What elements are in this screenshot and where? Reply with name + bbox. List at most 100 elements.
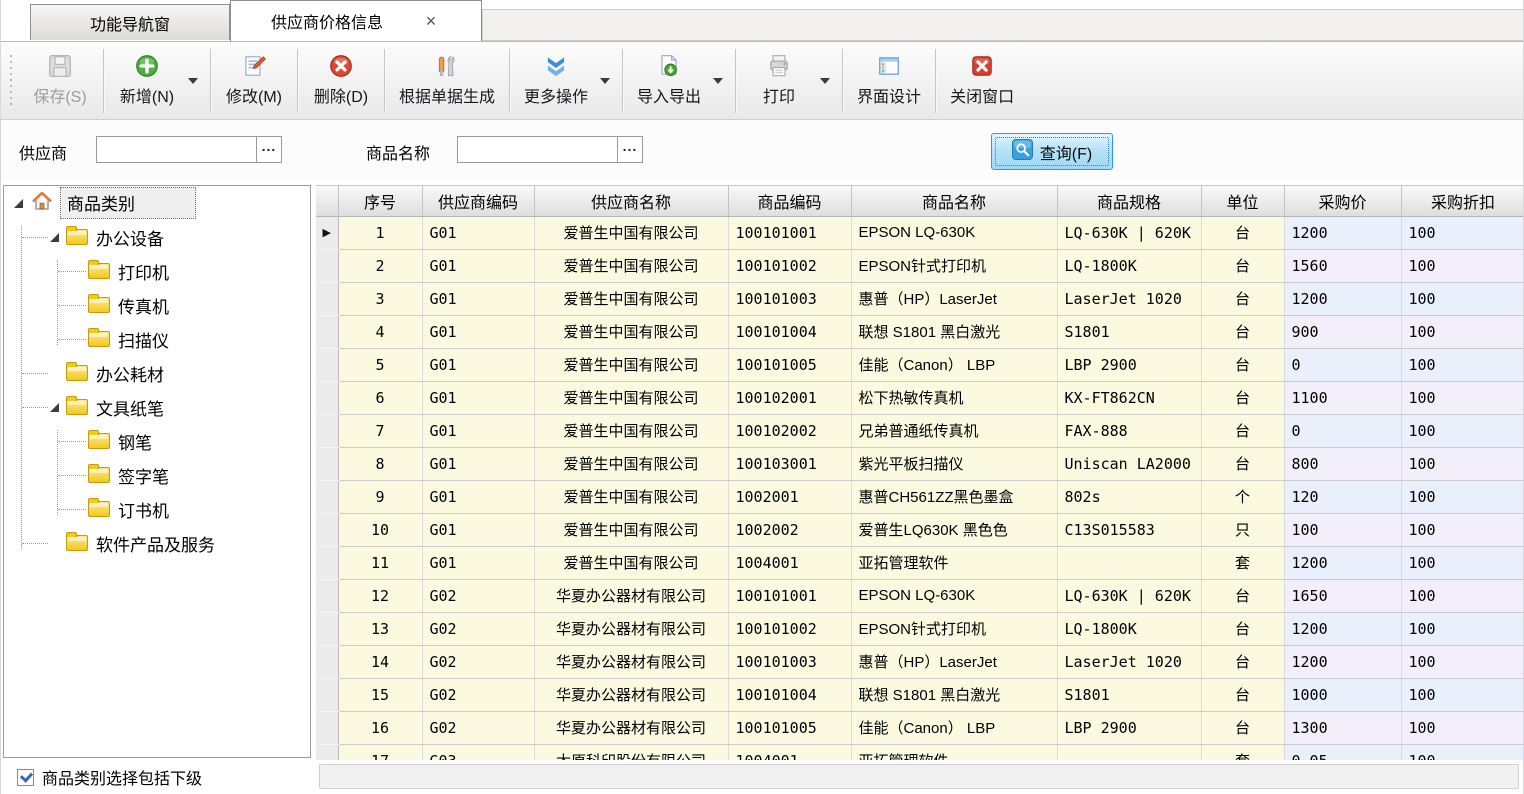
cell-index[interactable]: 4	[338, 315, 422, 348]
cell-product-spec[interactable]: LQ-630K | 620K	[1057, 579, 1201, 612]
cell-unit[interactable]: 台	[1201, 216, 1284, 249]
cell-supplier-code[interactable]: G02	[422, 612, 534, 645]
tree-item[interactable]: 扫描仪	[4, 322, 310, 356]
cell-purchase-discount[interactable]: 100	[1401, 645, 1524, 678]
cell-unit[interactable]: 台	[1201, 645, 1284, 678]
cell-purchase-discount[interactable]: 100	[1401, 513, 1524, 546]
row-indicator[interactable]	[316, 744, 338, 760]
cell-supplier-code[interactable]: G01	[422, 381, 534, 414]
cell-unit[interactable]: 台	[1201, 381, 1284, 414]
cell-index[interactable]: 14	[338, 645, 422, 678]
cell-index[interactable]: 3	[338, 282, 422, 315]
cell-purchase-price[interactable]: 0	[1284, 348, 1401, 381]
cell-supplier-code[interactable]: G02	[422, 711, 534, 744]
delete-button[interactable]: 删除(D)	[302, 48, 380, 114]
cell-product-spec[interactable]: Uniscan LA2000	[1057, 447, 1201, 480]
cell-product-code[interactable]: 100103001	[728, 447, 851, 480]
product-name-input[interactable]	[457, 136, 617, 163]
row-indicator[interactable]	[316, 315, 338, 348]
product-browse-button[interactable]: ...	[617, 136, 643, 163]
cell-supplier-code[interactable]: G01	[422, 249, 534, 282]
table-row[interactable]: 13G02华夏办公器材有限公司100101002EPSON针式打印机LQ-180…	[316, 612, 1524, 645]
cell-index[interactable]: 2	[338, 249, 422, 282]
close-window-button[interactable]: 关闭窗口	[940, 48, 1024, 114]
cell-product-spec[interactable]: 802s	[1057, 480, 1201, 513]
cell-index[interactable]: 13	[338, 612, 422, 645]
cell-product-name[interactable]: 联想 S1801 黑白激光	[851, 315, 1057, 348]
cell-product-code[interactable]: 100101003	[728, 282, 851, 315]
cell-product-code[interactable]: 100101004	[728, 678, 851, 711]
cell-supplier-code[interactable]: G01	[422, 513, 534, 546]
cell-unit[interactable]: 台	[1201, 414, 1284, 447]
cell-unit[interactable]: 只	[1201, 513, 1284, 546]
cell-product-spec[interactable]: LaserJet 1020	[1057, 645, 1201, 678]
cell-purchase-price[interactable]: 100	[1284, 513, 1401, 546]
column-header-supplier-code[interactable]: 供应商编码	[422, 186, 534, 216]
column-header-product-spec[interactable]: 商品规格	[1057, 186, 1201, 216]
cell-supplier-name[interactable]: 华夏办公器材有限公司	[534, 711, 728, 744]
import-export-dropdown-arrow-icon[interactable]	[713, 78, 723, 84]
cell-purchase-price[interactable]: 1000	[1284, 678, 1401, 711]
table-row[interactable]: ▶1G01爱普生中国有限公司100101001EPSON LQ-630KLQ-6…	[316, 216, 1524, 249]
row-indicator[interactable]	[316, 447, 338, 480]
tree-item[interactable]: 传真机	[4, 288, 310, 322]
tree-item[interactable]: 签字笔	[4, 458, 310, 492]
cell-product-name[interactable]: EPSON针式打印机	[851, 612, 1057, 645]
cell-product-spec[interactable]: S1801	[1057, 315, 1201, 348]
cell-supplier-code[interactable]: G01	[422, 348, 534, 381]
cell-unit[interactable]: 台	[1201, 282, 1284, 315]
cell-unit[interactable]: 个	[1201, 480, 1284, 513]
tab-function-nav[interactable]: 功能导航窗	[30, 4, 230, 40]
cell-purchase-price[interactable]: 1560	[1284, 249, 1401, 282]
cell-supplier-code[interactable]: G02	[422, 645, 534, 678]
include-sublevel-checkbox[interactable]	[17, 769, 34, 786]
row-indicator[interactable]	[316, 480, 338, 513]
cell-product-name[interactable]: 亚拓管理软件	[851, 546, 1057, 579]
cell-purchase-price[interactable]: 0.05	[1284, 744, 1401, 760]
cell-purchase-price[interactable]: 1200	[1284, 612, 1401, 645]
cell-unit[interactable]: 台	[1201, 348, 1284, 381]
cell-unit[interactable]: 台	[1201, 612, 1284, 645]
cell-supplier-name[interactable]: 爱普生中国有限公司	[534, 480, 728, 513]
column-header-purchase-price[interactable]: 采购价	[1284, 186, 1401, 216]
table-row[interactable]: 15G02华夏办公器材有限公司100101004联想 S1801 黑白激光S18…	[316, 678, 1524, 711]
cell-product-code[interactable]: 100101001	[728, 579, 851, 612]
table-row[interactable]: 14G02华夏办公器材有限公司100101003惠普（HP）LaserJetLa…	[316, 645, 1524, 678]
cell-product-spec[interactable]: LaserJet 1020	[1057, 282, 1201, 315]
cell-purchase-discount[interactable]: 100	[1401, 348, 1524, 381]
cell-product-name[interactable]: 紫光平板扫描仪	[851, 447, 1057, 480]
cell-index[interactable]: 15	[338, 678, 422, 711]
cell-supplier-name[interactable]: 爱普生中国有限公司	[534, 513, 728, 546]
cell-product-code[interactable]: 100101005	[728, 348, 851, 381]
table-row[interactable]: 8G01爱普生中国有限公司100103001紫光平板扫描仪Uniscan LA2…	[316, 447, 1524, 480]
cell-product-code[interactable]: 100102001	[728, 381, 851, 414]
cell-supplier-code[interactable]: G01	[422, 480, 534, 513]
row-indicator[interactable]	[316, 711, 338, 744]
toolbar-grip[interactable]	[9, 55, 13, 107]
row-indicator[interactable]	[316, 249, 338, 282]
supplier-input[interactable]	[96, 136, 256, 163]
row-indicator[interactable]	[316, 381, 338, 414]
tree-item[interactable]: 打印机	[4, 254, 310, 288]
cell-unit[interactable]: 台	[1201, 711, 1284, 744]
column-header-index[interactable]: 序号	[338, 186, 422, 216]
cell-product-name[interactable]: 惠普（HP）LaserJet	[851, 282, 1057, 315]
query-button[interactable]: 查询(F)	[991, 133, 1113, 170]
cell-purchase-discount[interactable]: 100	[1401, 579, 1524, 612]
row-indicator[interactable]	[316, 579, 338, 612]
cell-product-name[interactable]: 惠普CH561ZZ黑色墨盒	[851, 480, 1057, 513]
add-button[interactable]: 新增(N)	[108, 48, 186, 114]
cell-product-name[interactable]: EPSON针式打印机	[851, 249, 1057, 282]
cell-product-code[interactable]: 1002001	[728, 480, 851, 513]
table-row[interactable]: 2G01爱普生中国有限公司100101002EPSON针式打印机LQ-1800K…	[316, 249, 1524, 282]
import-export-button[interactable]: 导入导出	[627, 48, 711, 114]
cell-product-code[interactable]: 100102002	[728, 414, 851, 447]
row-indicator[interactable]	[316, 645, 338, 678]
cell-purchase-discount[interactable]: 100	[1401, 282, 1524, 315]
cell-product-name[interactable]: 兄弟普通纸传真机	[851, 414, 1057, 447]
supplier-browse-button[interactable]: ...	[256, 136, 282, 163]
print-button[interactable]: 打印	[740, 48, 818, 114]
tree-item[interactable]: 文具纸笔	[4, 390, 310, 424]
cell-product-spec[interactable]: LQ-1800K	[1057, 612, 1201, 645]
table-row[interactable]: 9G01爱普生中国有限公司1002001惠普CH561ZZ黑色墨盒802s个12…	[316, 480, 1524, 513]
